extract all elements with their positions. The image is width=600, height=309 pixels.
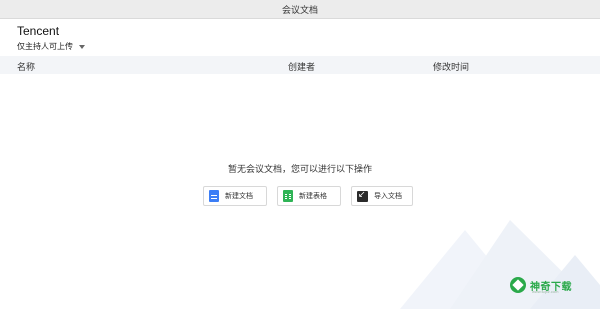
watermark-subtext: www.sqxz.com <box>532 289 559 294</box>
window-titlebar: 会议文档 <box>0 0 600 19</box>
sheet-icon <box>283 190 293 202</box>
column-header-name[interactable]: 名称 <box>17 60 35 73</box>
new-document-button[interactable]: 新建文档 <box>203 186 267 206</box>
import-icon <box>357 190 368 202</box>
empty-state-message: 暂无会议文档，您可以进行以下操作 <box>227 164 372 174</box>
watermark-logo-icon <box>510 277 526 293</box>
upload-permission-label: 仅主持人可上传 <box>17 42 73 51</box>
watermark: 神奇下载 www.sqxz.com <box>510 277 572 294</box>
doc-icon <box>209 190 219 202</box>
column-header-modified-time[interactable]: 修改时间 <box>433 60 469 73</box>
column-header-creator[interactable]: 创建者 <box>288 60 315 73</box>
new-sheet-button[interactable]: 新建表格 <box>277 186 341 206</box>
org-name: Tencent <box>17 24 60 38</box>
new-sheet-label: 新建表格 <box>299 193 327 200</box>
window-title: 会议文档 <box>281 5 318 15</box>
upload-permission-dropdown[interactable]: 仅主持人可上传 <box>17 41 85 52</box>
chevron-down-icon <box>79 44 85 49</box>
new-document-label: 新建文档 <box>225 193 253 200</box>
table-header: 名称 创建者 修改时间 <box>0 56 600 74</box>
